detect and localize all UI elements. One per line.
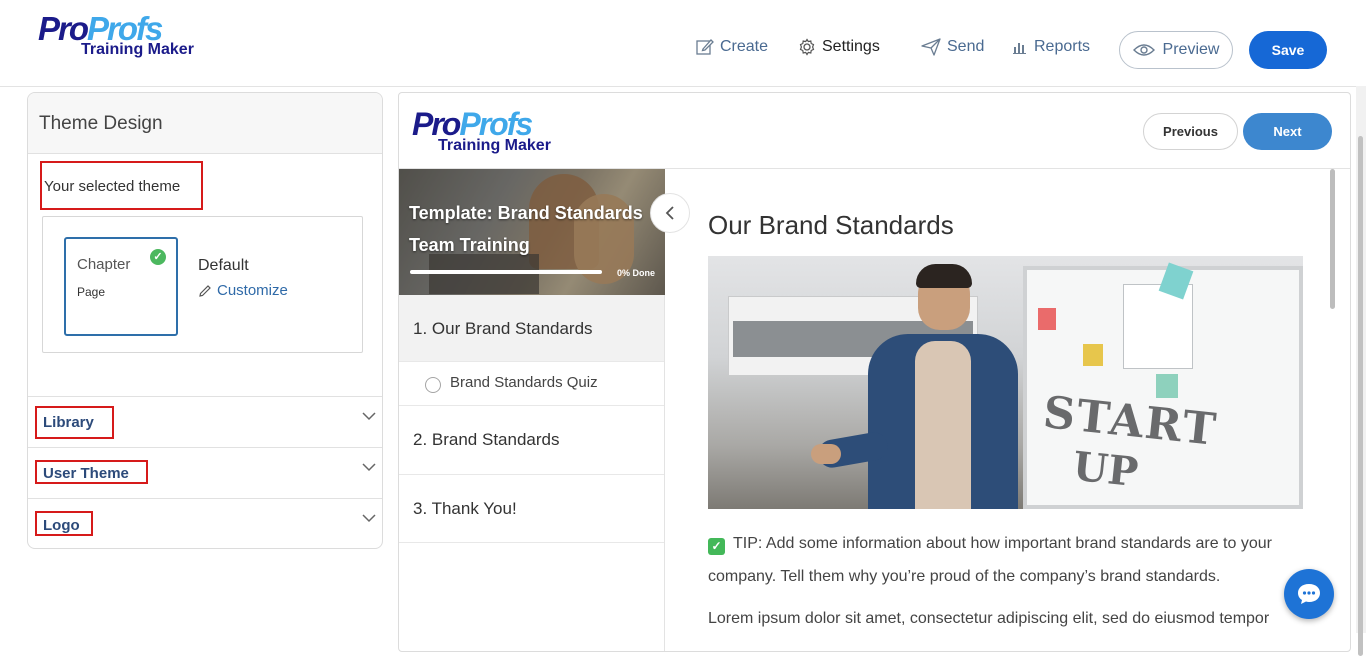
preview-button[interactable]: Preview xyxy=(1119,31,1233,69)
bar-chart-icon xyxy=(1013,43,1026,54)
preview-button-label: Preview xyxy=(1162,41,1220,58)
tip-text: TIP: Add some information about how impo… xyxy=(708,535,1272,585)
chevron-left-icon xyxy=(665,206,674,220)
selected-theme-box: Chapter Page ✓ Default Customize xyxy=(42,216,363,353)
pencil-icon xyxy=(199,284,211,297)
preview-header: ProProfs Training Maker Previous Next xyxy=(399,93,1350,169)
accordion-library-label: Library xyxy=(35,406,114,439)
toc-item-brand-standards-quiz[interactable]: Brand Standards Quiz xyxy=(399,362,664,406)
accordion-library[interactable]: Library xyxy=(28,396,382,447)
panel-title: Theme Design xyxy=(28,93,382,154)
lesson-content: Our Brand Standards START UP ✓ TIP: Add s… xyxy=(708,210,1303,631)
training-preview: ProProfs Training Maker Previous Next Te… xyxy=(398,92,1351,652)
nav-settings[interactable]: Settings xyxy=(798,38,880,56)
course-hero: Template: Brand Standards Team Training … xyxy=(399,169,665,295)
chat-widget-button[interactable] xyxy=(1284,569,1334,619)
customize-label: Customize xyxy=(217,282,288,299)
lesson-heading: Our Brand Standards xyxy=(708,210,954,240)
lesson-image: START UP xyxy=(708,256,1303,509)
check-box-icon: ✓ xyxy=(708,538,725,555)
check-circle-icon: ✓ xyxy=(150,249,166,265)
chevron-down-icon xyxy=(362,463,376,472)
theme-default-label: Default xyxy=(198,257,249,274)
toc-item-our-brand-standards[interactable]: 1. Our Brand Standards xyxy=(399,295,664,362)
toc-item-brand-standards[interactable]: 2. Brand Standards xyxy=(399,406,664,475)
theme-design-panel: Theme Design Your selected theme Chapter… xyxy=(27,92,383,549)
preview-logo-subtitle: Training Maker xyxy=(438,137,551,154)
nav-create[interactable]: Create xyxy=(696,38,768,56)
accordion-user-theme-label: User Theme xyxy=(35,460,148,484)
chevron-down-icon xyxy=(362,412,376,421)
theme-card-subtitle: Page xyxy=(77,285,106,299)
next-button[interactable]: Next xyxy=(1243,113,1332,150)
accordion-logo-label: Logo xyxy=(35,511,93,536)
chat-bubble-icon xyxy=(1298,584,1320,604)
eye-icon xyxy=(1132,44,1155,56)
nav-reports[interactable]: Reports xyxy=(1012,38,1090,56)
save-button[interactable]: Save xyxy=(1249,31,1327,69)
logo-pro-text: Pro xyxy=(38,10,89,47)
toc-sub-label: Brand Standards Quiz xyxy=(450,374,598,391)
radio-icon xyxy=(425,377,441,393)
send-icon xyxy=(921,38,941,56)
content-scrollbar-thumb[interactable] xyxy=(1330,169,1335,309)
logo-subtitle: Training Maker xyxy=(81,41,194,58)
tip-paragraph: ✓ TIP: Add some information about how imp… xyxy=(708,527,1303,593)
whiteboard-word-up: UP xyxy=(1070,442,1141,497)
previous-button[interactable]: Previous xyxy=(1143,113,1238,150)
toc-item-thank-you[interactable]: 3. Thank You! xyxy=(399,475,664,543)
selected-theme-label: Your selected theme xyxy=(40,161,203,210)
table-of-contents: Template: Brand Standards Team Training … xyxy=(399,169,665,651)
page-scrollbar-thumb[interactable] xyxy=(1358,136,1363,656)
nav-settings-label: Settings xyxy=(822,38,880,55)
collapse-sidebar-button[interactable] xyxy=(650,193,690,233)
progress-label: 0% Done xyxy=(617,268,656,278)
proprofs-logo[interactable]: ProProfs Training Maker xyxy=(38,12,198,59)
gear-icon xyxy=(799,38,815,56)
accordion-logo[interactable]: Logo xyxy=(28,498,382,548)
customize-link[interactable]: Customize xyxy=(198,282,288,299)
lorem-paragraph: Lorem ipsum dolor sit amet, consectetur … xyxy=(708,610,1270,627)
nav-reports-label: Reports xyxy=(1034,38,1091,55)
page-scrollbar[interactable] xyxy=(1356,86,1366,656)
chevron-down-icon xyxy=(362,514,376,523)
preview-logo: ProProfs Training Maker xyxy=(412,108,572,155)
edit-icon xyxy=(696,39,714,55)
top-bar: ProProfs Training Maker Create Settings … xyxy=(0,0,1366,87)
nav-send-label: Send xyxy=(947,38,985,55)
accordion-user-theme[interactable]: User Theme xyxy=(28,447,382,498)
nav-send[interactable]: Send xyxy=(921,38,984,56)
course-title: Template: Brand Standards Team Training xyxy=(409,203,643,255)
content-scrollbar[interactable] xyxy=(1330,169,1336,651)
progress-bar xyxy=(410,270,602,274)
nav-create-label: Create xyxy=(720,38,769,55)
theme-card-chapter-page[interactable]: Chapter Page ✓ xyxy=(64,237,178,336)
